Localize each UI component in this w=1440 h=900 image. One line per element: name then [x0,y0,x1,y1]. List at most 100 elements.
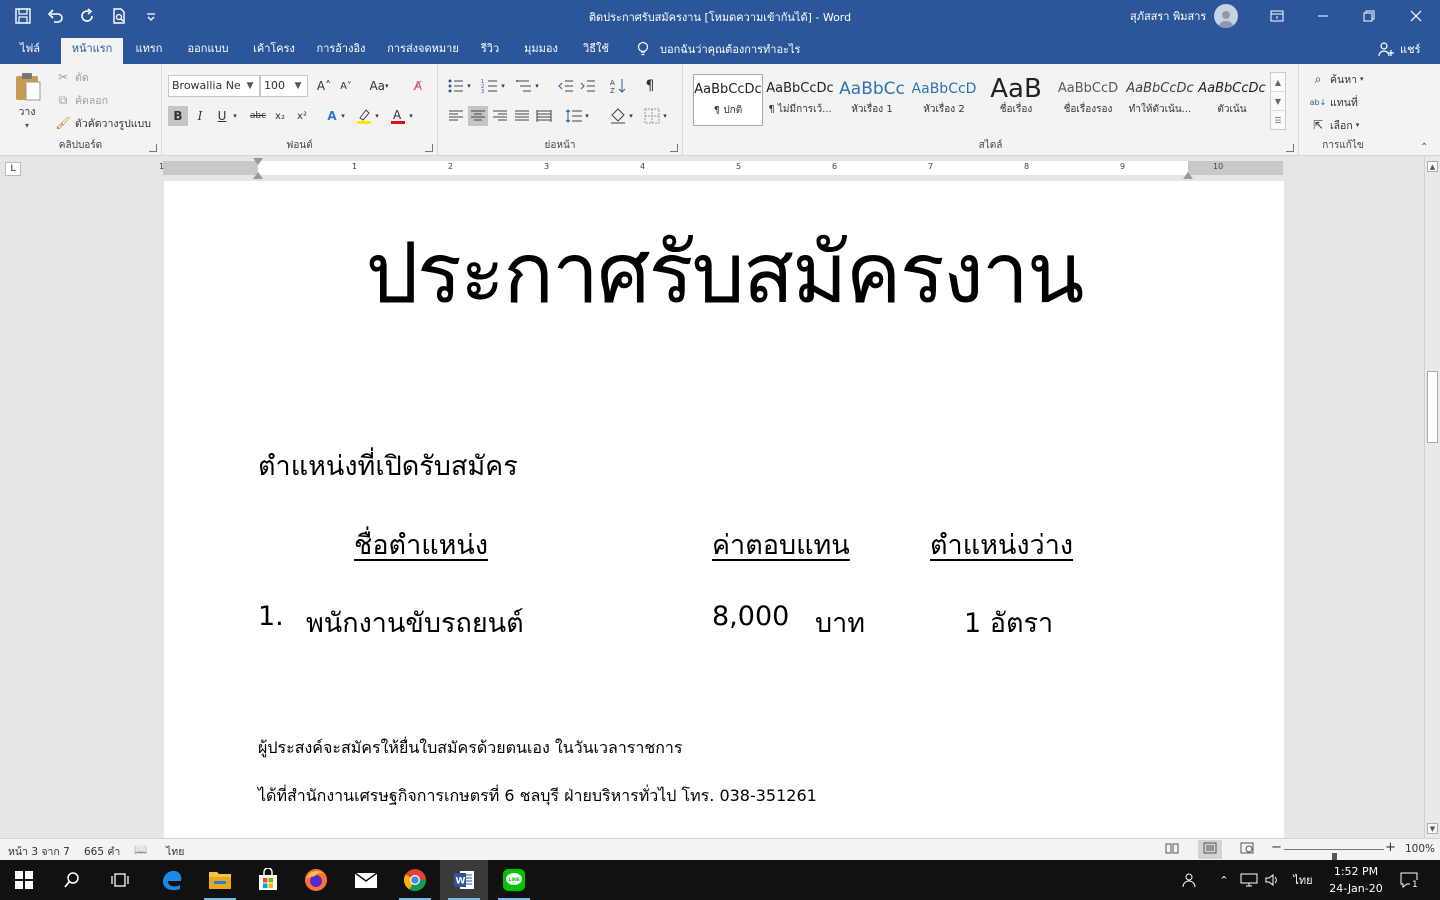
taskbar-app[interactable] [342,860,390,900]
multilevel-options[interactable]: ▾ [532,76,542,96]
document-page[interactable]: ประกาศรับสมัครงาน ตำแหน่งที่เปิดรับสมัคร… [164,181,1284,838]
taskbar-app[interactable] [244,860,292,900]
page-count[interactable]: หน้า 3 จาก 7 [8,843,70,860]
styles-gallery-scroll[interactable]: ▲ ▼ ☰ [1270,72,1286,130]
change-case-button[interactable]: Aa ▾ [364,76,394,96]
zoom-in-button[interactable]: + [1385,840,1396,855]
numbering-button[interactable]: 123 [480,76,500,96]
style-subtitle[interactable]: AaBbCcD ชื่อเรื่องรอง [1053,74,1123,126]
row-vacancy[interactable]: 1 อัตรา [964,601,1053,644]
hanging-indent-marker[interactable] [253,169,263,179]
taskbar-app[interactable]: LINE [490,860,538,900]
tab-help[interactable]: วิธีใช้ [576,38,616,64]
document-heading[interactable]: ประกาศรับสมัครงาน [164,209,1284,337]
decrease-indent-button[interactable] [556,76,576,96]
shrink-font-button[interactable]: A˅ [336,76,356,96]
zoom-out-button[interactable]: − [1271,840,1282,855]
share-button[interactable]: แชร์ [1378,40,1420,58]
paragraph-launcher[interactable] [670,144,678,152]
row-number[interactable]: 1. [258,601,284,632]
zoom-level[interactable]: 100% [1405,843,1435,855]
style-title[interactable]: AaB ชื่อเรื่อง [981,74,1051,126]
show-formatting-button[interactable]: ¶ [640,76,660,96]
clear-formatting-button[interactable]: A̸ [408,76,428,96]
bold-button[interactable]: B [168,106,188,126]
font-name-select[interactable]: Browallia Ne ▼ [168,75,260,97]
tab-file[interactable]: ไฟล์ [10,38,50,64]
chevron-down-icon[interactable]: ▼ [1271,92,1285,111]
underline-options[interactable]: ▾ [230,106,240,126]
font-color-options[interactable]: ▾ [406,106,416,126]
align-left-button[interactable] [446,106,466,126]
taskbar-app[interactable] [148,860,196,900]
tab-view[interactable]: มุมมอง [516,38,566,64]
row-position[interactable]: พนักงานขับรถยนต์ [306,601,524,644]
style-heading-1[interactable]: AaBbCc หัวเรื่อง 1 [837,74,907,126]
row-pay[interactable]: 8,000 [712,601,789,632]
redo-button[interactable] [74,3,100,29]
font-size-select[interactable]: 100 ▼ [260,75,308,97]
task-view-button[interactable] [96,860,144,900]
line-spacing-options[interactable]: ▾ [582,106,592,126]
style-subtle-emphasis[interactable]: AaBbCcDc ทำให้ตัวเน้น... [1125,74,1195,126]
taskbar-app[interactable] [391,860,439,900]
strikethrough-button[interactable]: abc [246,106,270,126]
text-effects-options[interactable]: ▾ [338,106,348,126]
style-emphasis[interactable]: AaBbCcDc ตัวเน้น [1197,74,1267,126]
account-area[interactable]: สุภัสสรา พิมสาร [1130,3,1239,29]
taskbar-app[interactable]: W [440,860,488,900]
proofing-icon[interactable]: 📖 [134,843,147,856]
customize-qat-button[interactable] [138,3,164,29]
first-line-indent-marker[interactable] [253,158,263,166]
tab-insert[interactable]: แทรก [128,38,170,64]
line-spacing-button[interactable] [564,106,584,126]
clock[interactable]: 1:52 PM 24-Jan-20 [1318,863,1394,897]
tab-review[interactable]: รีวิว [474,38,506,64]
select-button[interactable]: ⇱ เลือก ▾ [1309,116,1359,134]
column-header-position[interactable]: ชื่อตำแหน่ง [354,523,488,566]
subscript-button[interactable]: x₂ [270,106,290,126]
scroll-up-button[interactable]: ▲ [1427,161,1438,172]
paste-button[interactable]: วาง ▾ [10,70,44,130]
align-center-button[interactable] [468,106,488,126]
column-header-pay[interactable]: ค่าตอบแทน [712,523,850,566]
tab-mailings[interactable]: การส่งจดหมาย [382,38,464,64]
cut-button[interactable]: ✂ ตัด [54,68,89,86]
web-layout-button[interactable] [1240,841,1254,858]
network-button[interactable] [1238,860,1260,900]
tab-design[interactable]: ออกแบบ [180,38,236,64]
row-currency[interactable]: บาท [815,601,865,644]
shading-options[interactable]: ▾ [626,106,636,126]
tab-home[interactable]: หน้าแรก [61,38,123,64]
thai-distribute-button[interactable] [534,106,554,126]
highlight-button[interactable] [354,106,374,126]
grow-font-button[interactable]: A˄ [314,76,334,96]
style-no-spacing[interactable]: AaBbCcDc ¶ ไม่มีการเว้... [765,74,835,126]
bullets-options[interactable]: ▾ [464,76,474,96]
increase-indent-button[interactable] [578,76,598,96]
multilevel-list-button[interactable] [514,76,534,96]
find-button[interactable]: ⌕ ค้นหา ▾ [1309,70,1364,88]
undo-button[interactable] [42,3,68,29]
word-count[interactable]: 665 คำ [84,843,120,860]
search-button[interactable] [48,860,96,900]
restore-button[interactable] [1346,0,1392,32]
scroll-thumb[interactable] [1427,371,1438,443]
people-button[interactable] [1178,860,1202,900]
italic-button[interactable]: I [190,106,210,126]
sort-button[interactable]: AZ [608,76,628,96]
action-center-button[interactable]: 1 [1394,860,1424,900]
chevron-down-icon[interactable]: ▾ [25,121,29,130]
numbering-options[interactable]: ▾ [498,76,508,96]
body-paragraph[interactable]: ได้ที่สำนักงานเศรษฐกิจการเกษตรที่ 6 ชลบุ… [258,784,817,809]
ribbon-display-options-button[interactable] [1254,0,1300,32]
taskbar-app[interactable] [292,860,340,900]
font-color-button[interactable]: A [388,106,408,126]
scroll-down-button[interactable]: ▼ [1427,823,1438,834]
section-title[interactable]: ตำแหน่งที่เปิดรับสมัคร [258,444,518,487]
font-launcher[interactable] [425,144,433,152]
input-language[interactable]: ไทย [1288,860,1318,900]
zoom-slider[interactable] [1284,849,1384,865]
right-indent-marker[interactable] [1183,169,1193,179]
chevron-up-icon[interactable]: ▲ [1271,73,1285,92]
